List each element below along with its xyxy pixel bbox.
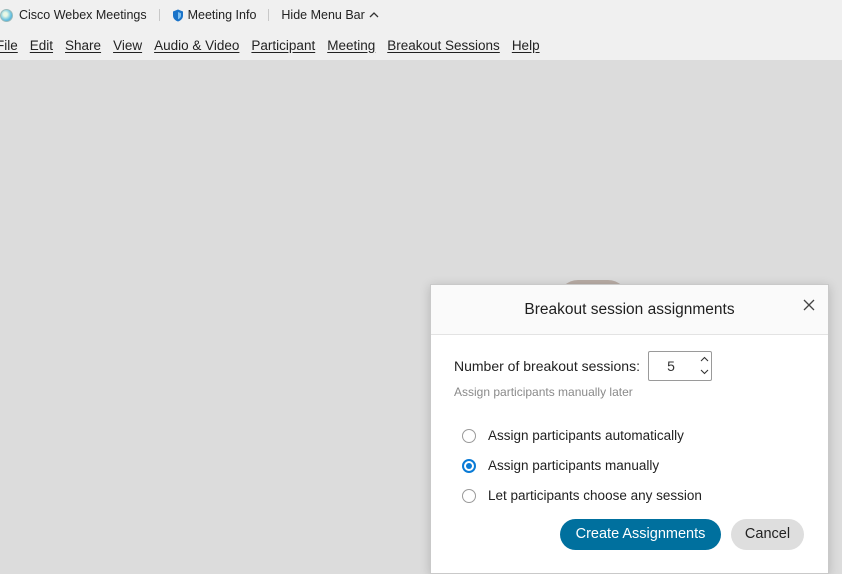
- meeting-info-label: Meeting Info: [187, 8, 257, 22]
- chevron-up-icon: [700, 356, 708, 362]
- dialog-header: Breakout session assignments: [431, 285, 828, 335]
- stepper-increment-button[interactable]: [698, 353, 710, 365]
- menu-help[interactable]: Help: [512, 38, 540, 53]
- chevron-up-icon: [369, 11, 379, 19]
- shield-icon: [172, 9, 184, 22]
- title-bar: Cisco Webex Meetings Meeting Info Hide M…: [0, 0, 842, 30]
- close-button[interactable]: [801, 297, 817, 313]
- chevron-down-icon: [700, 369, 708, 375]
- menu-audio-video[interactable]: Audio & Video: [154, 38, 239, 53]
- close-icon: [803, 299, 815, 311]
- option-label: Assign participants manually: [488, 458, 660, 473]
- menu-breakout-sessions[interactable]: Breakout Sessions: [387, 38, 500, 53]
- option-label: Let participants choose any session: [488, 488, 702, 503]
- menu-share[interactable]: Share: [65, 38, 101, 53]
- option-assign-automatically[interactable]: Assign participants automatically: [462, 428, 684, 443]
- create-assignments-button[interactable]: Create Assignments: [560, 519, 721, 550]
- hide-menu-bar-label: Hide Menu Bar: [281, 8, 365, 22]
- menu-participant[interactable]: Participant: [251, 38, 315, 53]
- divider: [268, 9, 270, 21]
- assign-hint: Assign participants manually later: [454, 385, 633, 399]
- menu-meeting[interactable]: Meeting: [327, 38, 375, 53]
- stepper-decrement-button[interactable]: [698, 366, 710, 378]
- num-sessions-stepper[interactable]: 5: [648, 351, 712, 381]
- menu-file[interactable]: File: [0, 38, 18, 53]
- num-sessions-label: Number of breakout sessions:: [454, 358, 640, 374]
- divider: [158, 9, 160, 21]
- cancel-button[interactable]: Cancel: [731, 519, 804, 550]
- radio-button[interactable]: [462, 488, 476, 503]
- menu-edit[interactable]: Edit: [30, 38, 53, 53]
- option-label: Assign participants automatically: [488, 428, 684, 443]
- dialog-title: Breakout session assignments: [524, 301, 735, 318]
- meeting-info-button[interactable]: Meeting Info: [172, 8, 257, 22]
- webex-logo-icon: [0, 8, 13, 22]
- option-assign-manually[interactable]: Assign participants manually: [462, 458, 659, 473]
- breakout-assignments-dialog: Breakout session assignments Number of b…: [430, 284, 829, 574]
- menu-bar: File Edit Share View Audio & Video Parti…: [0, 30, 842, 60]
- menu-view[interactable]: View: [113, 38, 142, 53]
- num-sessions-value[interactable]: 5: [649, 358, 693, 374]
- option-choose-any-session[interactable]: Let participants choose any session: [462, 488, 702, 503]
- radio-button-selected[interactable]: [462, 458, 476, 473]
- app-title: Cisco Webex Meetings: [0, 8, 147, 22]
- app-name: Cisco Webex Meetings: [19, 8, 147, 22]
- radio-button[interactable]: [462, 428, 476, 443]
- hide-menu-bar-button[interactable]: Hide Menu Bar: [281, 8, 379, 22]
